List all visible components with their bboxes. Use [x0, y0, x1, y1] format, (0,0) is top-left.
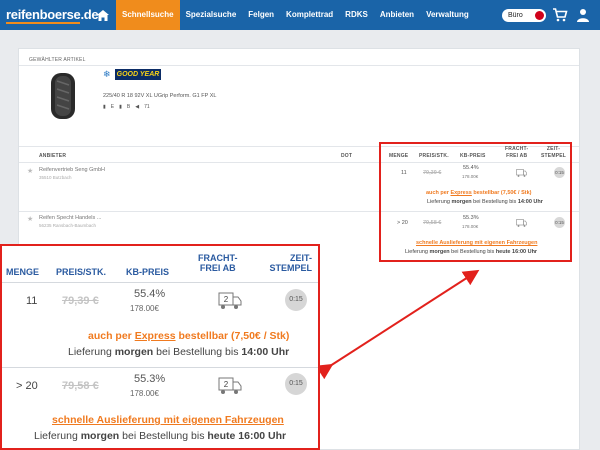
timestamp-badge: 0:15	[285, 373, 307, 395]
cart-icon[interactable]	[552, 7, 568, 23]
mode-indicator-dot	[535, 11, 544, 20]
article-description: 225/40 R 18 92V XL UGrip Perform. G1 FP …	[103, 93, 217, 99]
nav-komplettrad[interactable]: Komplettrad	[280, 0, 339, 30]
snowflake-icon: ❄	[103, 69, 111, 79]
seller-location: 56235 Ransbach-Baumbach	[39, 223, 97, 228]
svg-text:2: 2	[224, 380, 229, 389]
nav-felgen[interactable]: Felgen	[242, 0, 280, 30]
top-navigation-bar: reifenboerse.de Schnellsuche Spezialsuch…	[0, 0, 600, 30]
seller-name[interactable]: Reifen Specht Handels ...	[39, 215, 101, 221]
seller-name[interactable]: Reifenvertrieb Seng GmbH	[39, 167, 105, 173]
eu-label: ▮ E ▮ B ◀ 71	[103, 104, 150, 110]
timestamp-badge: 0:15	[285, 289, 307, 311]
nav-anbieten[interactable]: Anbieten	[374, 0, 420, 30]
zoom-header-kb-preis[interactable]: KB-PREIS	[126, 267, 169, 277]
zoom-header-menge[interactable]: MENGE	[6, 267, 39, 277]
highlight-box	[379, 142, 572, 262]
express-note: auch per Express bestellbar (7,50€ / Stk…	[88, 330, 290, 342]
divider	[19, 65, 579, 66]
user-icon[interactable]	[575, 7, 591, 23]
kb-percent: 55.4%	[134, 288, 166, 300]
fuel-icon: ▮	[103, 104, 106, 110]
zoom-header-frachtfrei[interactable]: FRACHT- FREI AB	[198, 253, 238, 273]
own-fleet-note[interactable]: schnelle Auslieferung mit eigenen Fahrze…	[52, 414, 284, 426]
mode-toggle[interactable]: Büro	[502, 9, 546, 22]
express-link[interactable]: Express	[135, 330, 176, 342]
header-anbieter[interactable]: ANBIETER	[39, 153, 66, 159]
divider	[2, 367, 318, 368]
nav-rdks[interactable]: RDKS	[339, 0, 374, 30]
tire-image	[43, 71, 83, 121]
kb-value: 178.00€	[130, 389, 159, 398]
nav-schnellsuche[interactable]: Schnellsuche	[116, 0, 180, 30]
qty: 11	[26, 295, 38, 307]
main-nav: Schnellsuche Spezialsuche Felgen Komplet…	[90, 0, 475, 30]
svg-text:2: 2	[224, 295, 229, 304]
delivery-info: Lieferung morgen bei Bestellung bis 14:0…	[68, 346, 290, 358]
kb-value: 178.00€	[130, 304, 159, 313]
price: 79,39 €	[62, 295, 99, 307]
qty: > 20	[16, 380, 38, 392]
truck-icon: 2	[218, 292, 242, 309]
noise-icon: ◀	[135, 104, 140, 110]
connector-arrow	[318, 269, 480, 380]
seller-location: 35510 Butzbach	[39, 175, 72, 180]
header-dot[interactable]: DOT	[341, 153, 352, 159]
favorite-star-icon[interactable]: ★	[27, 167, 33, 175]
home-icon[interactable]	[90, 0, 116, 30]
nav-verwaltung[interactable]: Verwaltung	[420, 0, 475, 30]
kb-percent: 55.3%	[134, 373, 166, 385]
zoomed-detail: MENGE PREIS/STK. KB-PREIS FRACHT- FREI A…	[0, 244, 320, 450]
price: 79,58 €	[62, 380, 99, 392]
section-label-article: GEWÄHLTER ARTIKEL	[29, 57, 86, 63]
wet-grip-icon: ▮	[119, 104, 122, 110]
zoom-header-preis[interactable]: PREIS/STK.	[56, 267, 106, 277]
nav-spezialsuche[interactable]: Spezialsuche	[180, 0, 243, 30]
divider	[2, 282, 318, 283]
favorite-star-icon[interactable]: ★	[27, 215, 33, 223]
goodyear-logo: GOOD YEAR	[115, 69, 161, 80]
truck-icon: 2	[218, 377, 242, 394]
delivery-info: Lieferung morgen bei Bestellung bis heut…	[34, 430, 287, 442]
zoom-header-zeitstempel[interactable]: ZEIT- STEMPEL	[264, 253, 312, 273]
